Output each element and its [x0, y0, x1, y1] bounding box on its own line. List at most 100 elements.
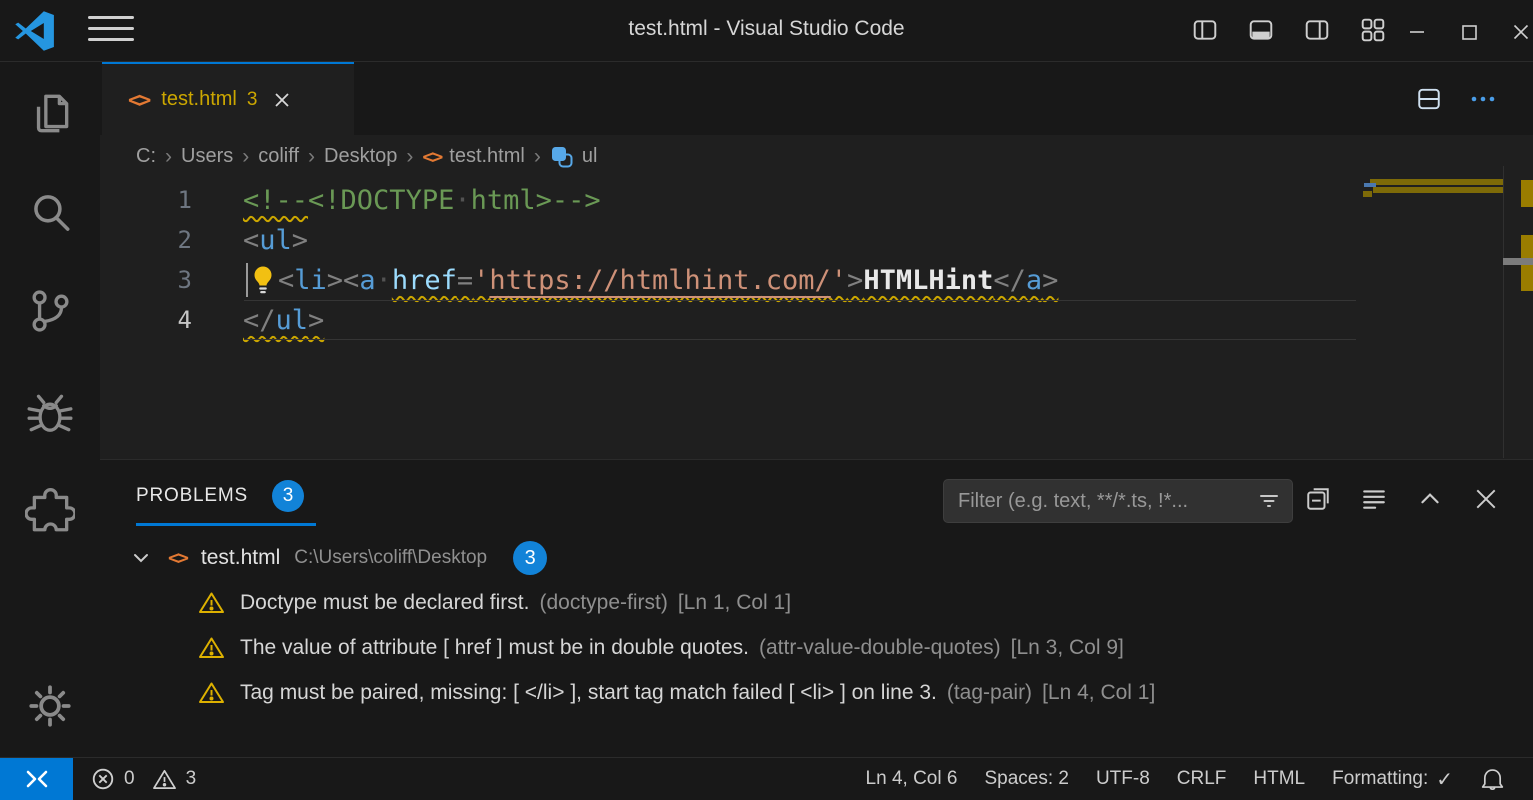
- code-token: >: [847, 265, 863, 296]
- status-item-label: Ln 4, Col 6: [866, 768, 958, 790]
- status-item-formatting[interactable]: Formatting:✓: [1332, 767, 1453, 792]
- warning-count: 3: [186, 768, 197, 790]
- line-number: 1: [100, 186, 192, 214]
- remote-icon: [22, 765, 52, 793]
- lightbulb-icon[interactable]: [251, 265, 275, 295]
- filter-icon[interactable]: [1258, 490, 1280, 512]
- breadcrumb-label: Desktop: [324, 145, 397, 168]
- problem-location: [Ln 1, Col 1]: [678, 591, 791, 615]
- problems-file-path: C:\Users\coliff\Desktop: [294, 547, 487, 569]
- breadcrumb-label: Users: [181, 145, 233, 168]
- code-token: >: [327, 265, 343, 296]
- toggle-secondary-sidebar-icon[interactable]: [1304, 17, 1330, 43]
- problems-count-badge: 3: [272, 480, 304, 512]
- run-and-debug-icon[interactable]: [0, 385, 100, 441]
- customize-layout-icon[interactable]: [1360, 17, 1386, 43]
- tab-close-icon[interactable]: [273, 91, 291, 109]
- breadcrumb-item-desktop[interactable]: Desktop: [324, 145, 397, 168]
- code-token: <!--: [243, 185, 308, 216]
- notifications-bell[interactable]: [1480, 766, 1505, 792]
- problems-filter-input[interactable]: [944, 490, 1258, 513]
- status-item-label: HTML: [1253, 768, 1305, 790]
- code-token: ': [831, 265, 847, 296]
- maximize-panel-icon[interactable]: [1416, 485, 1444, 513]
- problem-row-1[interactable]: Doctype must be declared first.(doctype-…: [100, 580, 1533, 625]
- breadcrumb-separator-icon: ›: [242, 145, 249, 169]
- breadcrumb-item-ul[interactable]: ul: [550, 145, 598, 169]
- breadcrumb-item-users[interactable]: Users: [181, 145, 233, 168]
- code-token: =: [457, 265, 473, 296]
- status-item-label: CRLF: [1177, 768, 1227, 790]
- breadcrumb-label: C:: [136, 145, 156, 168]
- breadcrumb-separator-icon: ›: [406, 145, 413, 169]
- problems-list: <>test.htmlC:\Users\coliff\Desktop3Docty…: [100, 536, 1533, 715]
- close-panel-icon[interactable]: [1472, 485, 1500, 513]
- close-window-button[interactable]: [1506, 20, 1533, 44]
- chevron-down-icon[interactable]: [130, 547, 152, 569]
- collapse-all-icon[interactable]: [1304, 485, 1332, 513]
- code-line-2[interactable]: 2 <ul>: [100, 220, 1533, 260]
- status-item-language-mode[interactable]: HTML: [1253, 768, 1305, 790]
- remote-indicator[interactable]: [0, 758, 73, 800]
- problem-row-2[interactable]: The value of attribute [ href ] must be …: [100, 625, 1533, 670]
- code-tokens: </ul>: [243, 305, 324, 336]
- problem-location: [Ln 4, Col 1]: [1042, 681, 1155, 705]
- editor-tab-bar: <> test.html 3: [100, 62, 1533, 135]
- vscode-window: test.html - Visual Studio Code: [0, 0, 1533, 800]
- problems-file-group[interactable]: <>test.htmlC:\Users\coliff\Desktop3: [100, 536, 1533, 580]
- code-token: a: [359, 265, 375, 296]
- breadcrumb-separator-icon: ›: [534, 145, 541, 169]
- code-token: </: [993, 265, 1026, 296]
- symbol-element-icon: [550, 145, 574, 169]
- status-item-encoding[interactable]: UTF-8: [1096, 768, 1150, 790]
- extensions-icon[interactable]: [0, 483, 100, 539]
- breadcrumb-item-c-[interactable]: C:: [136, 145, 156, 168]
- breadcrumb: C:›Users›coliff›Desktop›<>test.html›ul: [100, 135, 1363, 178]
- view-as-table-icon[interactable]: [1360, 485, 1388, 513]
- maximize-button[interactable]: [1454, 20, 1484, 44]
- minimize-button[interactable]: [1402, 20, 1432, 44]
- code-token: </: [243, 305, 276, 336]
- problem-row-3[interactable]: Tag must be paired, missing: [ </li> ], …: [100, 670, 1533, 715]
- breadcrumb-item-test-html[interactable]: <> test.html: [422, 145, 524, 168]
- status-item-indentation[interactable]: Spaces: 2: [984, 768, 1069, 790]
- code-line-3[interactable]: 3<li><a·href='https://htmlhint.com/'>HTM…: [100, 260, 1533, 300]
- toggle-panel-icon[interactable]: [1248, 17, 1274, 43]
- problem-source: (tag-pair): [947, 681, 1032, 705]
- breadcrumb-item-coliff[interactable]: coliff: [258, 145, 299, 168]
- status-item-label: UTF-8: [1096, 768, 1150, 790]
- html-file-icon: <>: [422, 146, 441, 168]
- more-actions-icon[interactable]: [1468, 84, 1498, 114]
- source-control-icon[interactable]: [0, 283, 100, 339]
- problem-source: (doctype-first): [539, 591, 667, 615]
- code-link[interactable]: https://htmlhint.com/: [489, 265, 830, 296]
- toggle-primary-sidebar-icon[interactable]: [1192, 17, 1218, 43]
- code-token: <: [343, 265, 359, 296]
- active-panel-tab-indicator: [136, 523, 316, 526]
- code-token: href: [392, 265, 457, 296]
- warning-icon: [198, 681, 225, 705]
- code-token: <!DOCTYPE: [308, 185, 454, 216]
- code-editor[interactable]: 1<!--<!DOCTYPE·html>-->2<ul>3<li><a·href…: [100, 178, 1533, 459]
- code-tokens: <ul>: [243, 225, 308, 256]
- tab-problems[interactable]: PROBLEMS 3: [136, 480, 304, 512]
- breadcrumb-label: ul: [582, 145, 598, 168]
- search-icon[interactable]: [0, 185, 100, 241]
- code-token: >: [292, 225, 308, 256]
- breadcrumb-label: test.html: [449, 145, 525, 168]
- code-token: ·: [454, 185, 470, 216]
- problems-summary[interactable]: 0 3: [91, 767, 196, 791]
- manage-gear-icon[interactable]: [0, 678, 100, 734]
- code-line-4[interactable]: 4</ul>: [100, 300, 1533, 340]
- breadcrumb-separator-icon: ›: [308, 145, 315, 169]
- code-line-1[interactable]: 1 <!--<!DOCTYPE·html>-->: [100, 180, 1533, 220]
- tab-test-html[interactable]: <> test.html 3: [102, 62, 354, 135]
- status-item-eol[interactable]: CRLF: [1177, 768, 1227, 790]
- html-file-icon: <>: [128, 88, 149, 112]
- status-item-cursor-position[interactable]: Ln 4, Col 6: [866, 768, 958, 790]
- line-number: 2: [100, 226, 192, 254]
- split-editor-icon[interactable]: [1414, 84, 1444, 114]
- explorer-icon[interactable]: [0, 85, 100, 141]
- code-token: html>-->: [471, 185, 601, 216]
- activity-bar: [0, 62, 100, 758]
